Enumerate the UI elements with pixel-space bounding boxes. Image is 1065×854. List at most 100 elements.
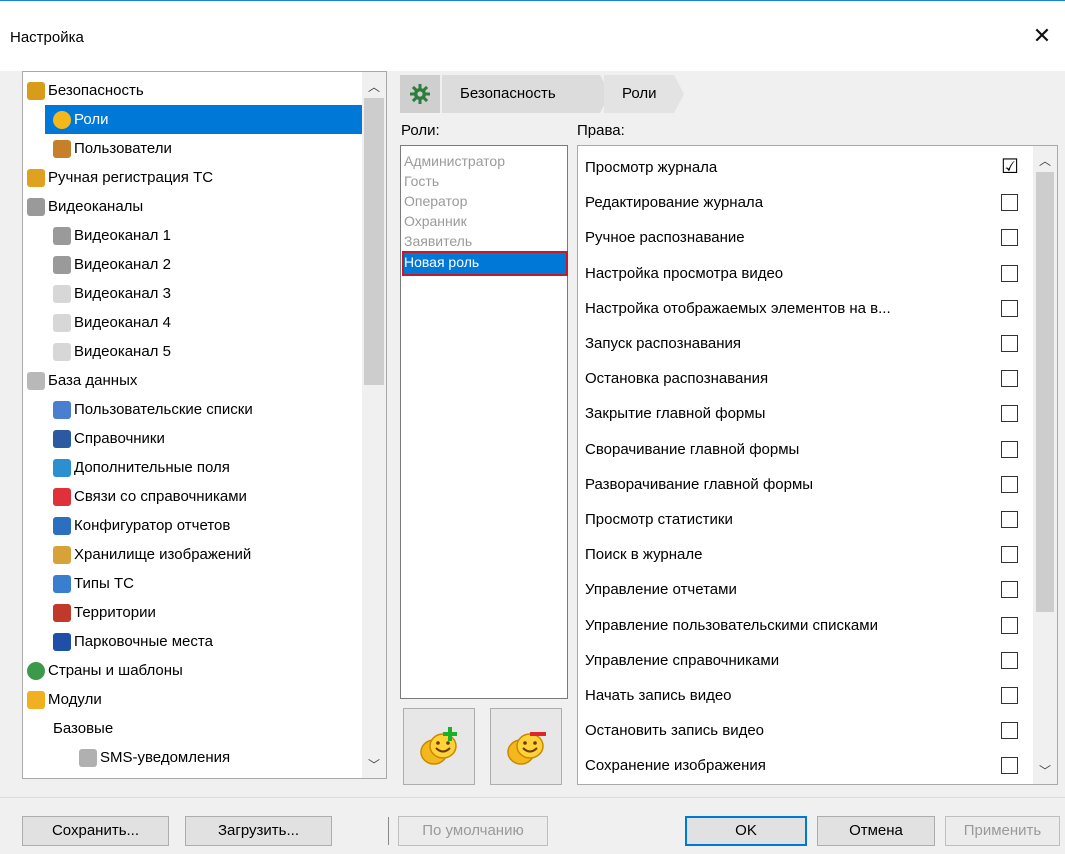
remove-role-icon — [507, 731, 546, 765]
ok-button[interactable]: OK — [685, 816, 807, 846]
add-role-icon — [420, 726, 457, 765]
right-checkbox[interactable] — [1001, 440, 1018, 458]
right-row: Остановка распознавания — [578, 361, 1034, 396]
right-checkbox[interactable] — [1001, 651, 1018, 669]
right-checkbox[interactable] — [1001, 616, 1018, 634]
tree-item[interactable]: Дополнительные поля — [53, 453, 230, 482]
tree-item-label: Хранилище изображений — [74, 546, 252, 563]
right-checkbox[interactable] — [1001, 194, 1018, 212]
load-button[interactable]: Загрузить... — [185, 816, 332, 846]
scroll-down-icon[interactable]: ﹀ — [1033, 760, 1057, 782]
tree-item[interactable]: Telegram-уведомления — [79, 772, 259, 778]
tree-item[interactable]: Базовые — [53, 714, 113, 743]
tree-item[interactable]: SMS-уведомления — [79, 743, 230, 772]
right-checkbox[interactable] — [1001, 370, 1018, 388]
tree-item[interactable]: Связи со справочниками — [53, 482, 247, 511]
scroll-up-icon[interactable]: ︿ — [362, 76, 386, 98]
right-checkbox[interactable] — [1001, 687, 1018, 704]
tree-item-label: Базовые — [53, 720, 114, 737]
right-checkbox[interactable] — [1001, 546, 1018, 564]
tree-item[interactable]: Пользователи — [53, 134, 172, 163]
tree-item[interactable]: Справочники — [53, 424, 165, 453]
role-item[interactable]: Оператор — [404, 192, 566, 212]
right-row: Сохранение изображения — [578, 748, 1034, 783]
right-checkbox[interactable] — [1001, 581, 1018, 599]
apply-button[interactable]: Применить — [945, 816, 1060, 846]
tree-item-label: Пользователи — [74, 140, 172, 157]
pencil-icon — [27, 168, 45, 187]
remove-role-button[interactable] — [490, 708, 562, 785]
tree-item[interactable]: Видеоканал 1 — [53, 221, 171, 250]
scroll-thumb[interactable] — [364, 98, 384, 385]
right-label: Начать запись видео — [585, 687, 732, 704]
breadcrumb-roles[interactable]: Роли — [604, 75, 684, 113]
right-checkbox[interactable] — [1001, 722, 1018, 740]
rights-scrollbar[interactable]: ︿ ﹀ — [1033, 146, 1057, 784]
right-label: Разворачивание главной формы — [585, 475, 814, 493]
right-checkbox[interactable] — [1001, 511, 1018, 528]
scroll-thumb[interactable] — [1036, 172, 1054, 612]
right-row: Управление отчетами — [578, 572, 1034, 607]
tree-item-label: Конфигуратор отчетов — [74, 517, 231, 534]
save-button[interactable]: Сохранить... — [22, 816, 169, 846]
add-role-button[interactable] — [403, 708, 475, 785]
right-checkbox[interactable] — [1001, 475, 1018, 493]
tree-item[interactable]: Видеоканалы — [27, 192, 143, 221]
scroll-up-icon[interactable]: ︿ — [1033, 150, 1057, 172]
right-checkbox[interactable] — [1001, 335, 1018, 352]
tree-item-label: Пользовательские списки — [74, 401, 253, 418]
puzzle-gray-icon — [79, 748, 97, 767]
tree-item[interactable]: Хранилище изображений — [53, 540, 251, 569]
users-icon — [53, 139, 71, 158]
close-icon[interactable]: ✕ — [1019, 21, 1065, 51]
right-checkbox[interactable]: ☑ — [1001, 157, 1019, 177]
masks-icon — [53, 110, 71, 129]
role-item[interactable]: Охранник — [404, 212, 566, 232]
tree-item[interactable]: Ручная регистрация ТС — [27, 163, 213, 192]
tree-item-label: Видеоканал 4 — [74, 314, 171, 331]
tree-item[interactable]: Пользовательские списки — [53, 395, 253, 424]
tree-item[interactable]: Конфигуратор отчетов — [53, 511, 230, 540]
right-checkbox[interactable] — [1001, 264, 1018, 282]
tree-item[interactable]: Страны и шаблоны — [27, 656, 183, 685]
right-checkbox[interactable] — [1001, 757, 1018, 775]
tree-item[interactable]: Роли — [45, 105, 383, 134]
cancel-button[interactable]: Отмена — [817, 816, 935, 846]
tree-item[interactable]: Видеоканал 2 — [53, 250, 171, 279]
roles-label: Роли: — [401, 122, 440, 139]
right-row: Просмотр журнала ☑ — [578, 150, 1034, 185]
role-item[interactable]: Заявитель — [404, 232, 566, 252]
camera-icon — [53, 226, 71, 245]
tree-item[interactable]: Модули — [27, 685, 102, 714]
tree-item[interactable]: Типы ТС — [53, 569, 134, 598]
role-item[interactable]: Гость — [404, 172, 566, 192]
tree-item[interactable]: Видеоканал 4 — [53, 308, 171, 337]
tree-item-label: Дополнительные поля — [74, 459, 230, 476]
settings-window: Настройка ✕ Telegram-уведомления SMS-увед… — [0, 0, 1065, 854]
default-button[interactable]: По умолчанию — [398, 816, 548, 846]
tree-scrollbar[interactable]: ︿ ﹀ — [362, 72, 386, 778]
right-label: Запуск распознавания — [585, 335, 741, 352]
tree-item[interactable]: Безопасность — [27, 76, 144, 105]
toolbar-separator — [388, 817, 389, 845]
scroll-down-icon[interactable]: ﹀ — [362, 754, 386, 776]
books-icon — [53, 429, 71, 448]
tree-item-label: Типы ТС — [74, 575, 134, 592]
wall-icon — [53, 603, 71, 622]
breadcrumb-security[interactable]: Безопасность — [442, 75, 610, 113]
tree-item[interactable]: Видеоканал 5 — [53, 337, 171, 366]
tree-item[interactable]: Видеоканал 3 — [53, 279, 171, 308]
settings-tree: Telegram-уведомления SMS-уведомления Базов… — [22, 71, 387, 779]
tree-item[interactable]: Территории — [53, 598, 156, 627]
camera-icon — [27, 197, 45, 216]
role-item[interactable]: Администратор — [404, 152, 566, 172]
right-row: Остановить запись видео — [578, 713, 1034, 748]
puzzle-gray-icon — [79, 777, 97, 778]
tree-item[interactable]: База данных — [27, 366, 137, 395]
right-checkbox[interactable] — [1001, 405, 1018, 423]
role-item-selected[interactable]: Новая роль — [402, 251, 568, 276]
right-checkbox[interactable] — [1001, 229, 1018, 247]
right-row: Закрытие главной формы — [578, 396, 1034, 431]
tree-item[interactable]: Парковочные места — [53, 627, 213, 656]
right-checkbox[interactable] — [1001, 299, 1018, 317]
